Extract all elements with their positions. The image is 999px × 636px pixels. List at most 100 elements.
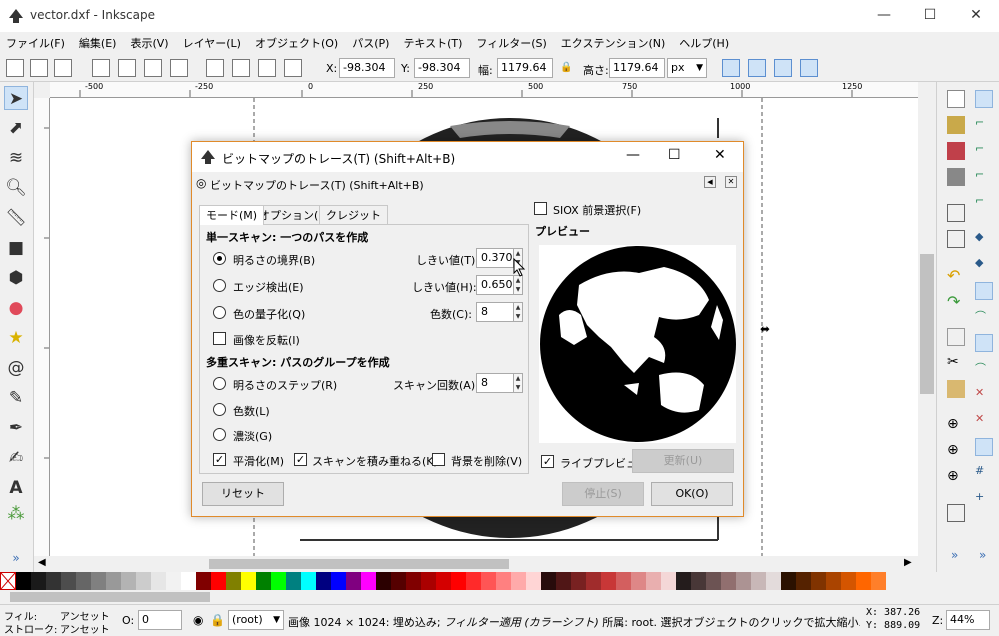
color-swatch[interactable] (91, 572, 106, 590)
dialog-maximize-button[interactable]: ☐ (668, 147, 681, 163)
siox-label[interactable]: SIOX 前景選択(F) (553, 202, 641, 218)
menu-filters[interactable]: フィルター(S) (476, 35, 546, 51)
zoom-tool-icon[interactable]: 🔍︎ (4, 176, 28, 200)
color-swatch[interactable] (286, 572, 301, 590)
panel-close-icon[interactable]: ✕ (725, 176, 737, 188)
lock-icon[interactable]: 🔒 (560, 62, 572, 73)
raise-icon[interactable] (232, 59, 250, 77)
color-swatch[interactable] (406, 572, 421, 590)
pencil-tool-icon[interactable]: ✎ (4, 386, 28, 410)
color-swatch[interactable] (61, 572, 76, 590)
color-swatch[interactable] (721, 572, 736, 590)
color-swatch[interactable] (436, 572, 451, 590)
smooth-checkbox[interactable]: ✓ (213, 453, 226, 466)
tab-mode[interactable]: モード(M) (199, 205, 265, 225)
color-swatch[interactable] (391, 572, 406, 590)
star-tool-icon[interactable]: ★ (4, 326, 28, 350)
flip-vertical-icon[interactable] (170, 59, 188, 77)
snap-cusp-icon[interactable]: ⌒ (975, 308, 993, 326)
color-swatch[interactable] (841, 572, 856, 590)
menu-view[interactable]: 表示(V) (130, 35, 168, 51)
node-tool-icon[interactable]: ⬈ (4, 116, 28, 140)
zoom-selection-icon[interactable]: ⊕ (947, 416, 965, 434)
color-swatch[interactable] (736, 572, 751, 590)
color-swatch[interactable] (196, 572, 211, 590)
color-swatch[interactable] (526, 572, 541, 590)
radio-grays[interactable] (213, 428, 226, 441)
selector-tool-icon[interactable]: ➤ (4, 86, 28, 110)
import-icon[interactable] (947, 204, 965, 222)
save-icon[interactable] (947, 142, 965, 160)
open-file-icon[interactable] (947, 116, 965, 134)
rotate-cw-icon[interactable] (118, 59, 136, 77)
snap-guide-icon[interactable]: + (975, 490, 993, 508)
radio-brightness-steps[interactable] (213, 377, 226, 390)
color-swatch[interactable] (811, 572, 826, 590)
color-swatch[interactable] (226, 572, 241, 590)
lower-to-bottom-icon[interactable] (284, 59, 302, 77)
live-preview-checkbox[interactable]: ✓ (541, 455, 554, 468)
calligraphy-tool-icon[interactable]: ✍︎ (4, 446, 28, 470)
snap-intersection-icon[interactable] (975, 282, 993, 300)
zoom-page-icon[interactable]: ⊕ (947, 468, 965, 486)
tab-credits[interactable]: クレジット (319, 205, 388, 225)
vertical-scroll-thumb[interactable] (920, 254, 934, 394)
radio-colors[interactable] (213, 403, 226, 416)
stack-scans-label[interactable]: スキャンを積み重ねる(K) (312, 453, 438, 469)
menu-text[interactable]: テキスト(T) (403, 35, 462, 51)
invert-image-checkbox[interactable] (213, 332, 226, 345)
snap-page-icon[interactable] (975, 438, 993, 456)
undo-icon[interactable]: ↶ (947, 266, 965, 285)
new-document-icon[interactable] (947, 90, 965, 108)
color-swatch[interactable] (751, 572, 766, 590)
menu-extensions[interactable]: エクステンション(N) (561, 35, 665, 51)
ellipse-tool-icon[interactable]: ● (4, 296, 28, 320)
color-swatch[interactable] (856, 572, 871, 590)
color-swatch[interactable] (661, 572, 676, 590)
color-swatch[interactable] (151, 572, 166, 590)
pen-tool-icon[interactable]: ✒ (4, 416, 28, 440)
layer-lock-icon[interactable]: 🔒 (210, 613, 225, 627)
color-swatch[interactable] (181, 572, 196, 590)
color-swatch[interactable] (511, 572, 526, 590)
stop-button[interactable]: 停止(S) (562, 482, 644, 506)
radio-brightness-steps-label[interactable]: 明るさのステップ(R) (233, 377, 337, 393)
dock-icon[interactable]: ◀ (704, 176, 716, 188)
rotate-ccw-icon[interactable] (92, 59, 110, 77)
3d-box-tool-icon[interactable]: ⬢ (4, 266, 28, 290)
snap-rotation-icon[interactable]: ✕ (975, 412, 993, 430)
tweak-tool-icon[interactable]: ≋ (4, 146, 28, 170)
color-swatch[interactable] (31, 572, 46, 590)
spiral-tool-icon[interactable]: @ (4, 356, 28, 380)
radio-color-quantization[interactable] (213, 306, 226, 319)
siox-checkbox[interactable] (534, 202, 547, 215)
snap-paths-icon[interactable]: ◆ (975, 256, 993, 274)
horizontal-scrollbar[interactable]: ◀ ▶ (34, 556, 936, 572)
color-swatch[interactable] (256, 572, 271, 590)
redo-icon[interactable]: ↷ (947, 292, 965, 311)
horizontal-scroll-thumb[interactable] (209, 559, 509, 569)
color-swatch[interactable] (76, 572, 91, 590)
reset-button[interactable]: リセット (202, 482, 284, 506)
color-swatch[interactable] (376, 572, 391, 590)
scale-handle-icon[interactable]: ⬌ (760, 322, 770, 336)
color-swatch[interactable] (481, 572, 496, 590)
color-swatch[interactable] (46, 572, 61, 590)
export-icon[interactable] (947, 230, 965, 248)
color-swatch[interactable] (421, 572, 436, 590)
stack-scans-checkbox[interactable]: ✓ (294, 453, 307, 466)
no-paint-swatch[interactable] (0, 572, 16, 590)
scroll-left-icon[interactable]: ◀ (38, 557, 46, 568)
layer-select[interactable]: (root) ▼ (228, 610, 284, 630)
radio-color-quantization-label[interactable]: 色の量子化(Q) (233, 306, 305, 322)
colors-stepper[interactable]: ▲ ▼ (513, 302, 523, 322)
color-swatch[interactable] (646, 572, 661, 590)
flip-horizontal-icon[interactable] (144, 59, 162, 77)
menu-file[interactable]: ファイル(F) (6, 35, 65, 51)
color-swatch[interactable] (346, 572, 361, 590)
lower-icon[interactable] (258, 59, 276, 77)
color-swatch[interactable] (571, 572, 586, 590)
paste-icon[interactable] (947, 380, 965, 398)
commands-overflow-icon[interactable]: » (951, 548, 969, 566)
scale-stroke-icon[interactable] (722, 59, 740, 77)
